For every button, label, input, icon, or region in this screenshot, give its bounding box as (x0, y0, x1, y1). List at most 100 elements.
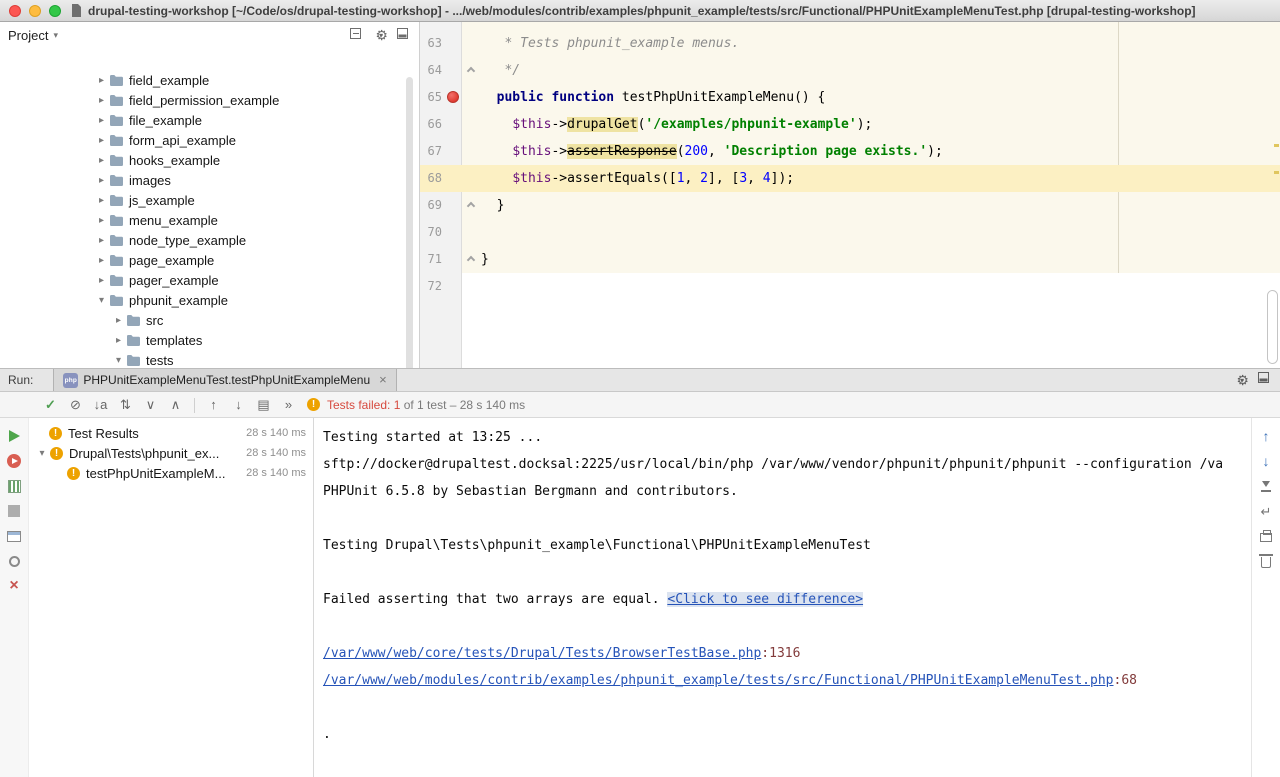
chevron-right-icon[interactable]: ▸ (95, 235, 108, 246)
console-link[interactable]: /var/www/web/modules/contrib/examples/ph… (323, 673, 1114, 688)
run-settings-gear-icon[interactable]: ⚙ ▾ (1236, 372, 1244, 389)
console-link[interactable]: /var/www/web/core/tests/Drupal/Tests/Bro… (323, 646, 761, 661)
tree-item-js_example[interactable]: ▸js_example (0, 190, 419, 210)
editor-line-66[interactable]: 66 $this->drupalGet('/examples/phpunit-e… (420, 111, 1280, 138)
error-stripe-mark[interactable] (1274, 171, 1279, 174)
chevron-right-icon[interactable]: ▸ (95, 115, 108, 126)
test-runner-toolbar: ✓⊘↓a⇅∨∧↑↓▤» ! Tests failed: 1 of 1 test … (0, 392, 1280, 418)
minimize-window-button[interactable] (29, 5, 41, 17)
test-tree-row-0[interactable]: !Test Results28 s 140 ms (29, 423, 313, 443)
test-tree-row-2[interactable]: !testPhpUnitExampleM...28 s 140 ms (29, 463, 313, 483)
editor-line-69[interactable]: 69 } (420, 192, 1280, 219)
project-panel-title[interactable]: Project (8, 28, 48, 43)
chevron-right-icon[interactable]: ▸ (95, 255, 108, 266)
editor-line-72[interactable]: 72 (420, 273, 1280, 300)
console-link[interactable]: <Click to see difference> (667, 592, 863, 607)
run-configuration-tab[interactable]: php PHPUnitExampleMenuTest.testPhpUnitEx… (53, 369, 396, 391)
chevron-right-icon[interactable]: ▸ (95, 95, 108, 106)
chevron-down-icon: ▾ (1240, 376, 1244, 385)
test-console-output[interactable]: Testing started at 13:25 ...sftp://docke… (314, 418, 1251, 777)
up-stack-trace-button[interactable]: ↑ (1258, 428, 1274, 444)
chevron-right-icon[interactable]: ▸ (95, 195, 108, 206)
import-test-results-button-icon[interactable]: ▤ (251, 393, 276, 417)
tree-item-field_example[interactable]: ▸field_example (0, 70, 419, 90)
chevron-right-icon[interactable]: ▸ (95, 275, 108, 286)
clear-all-button[interactable] (1258, 553, 1274, 569)
tree-item-form_api_example[interactable]: ▸form_api_example (0, 130, 419, 150)
tree-item-field_permission_example[interactable]: ▸field_permission_example (0, 90, 419, 110)
error-stripe-mark[interactable] (1274, 144, 1279, 147)
hide-panel-icon[interactable] (396, 27, 409, 43)
run-tab-strip: Run: php PHPUnitExampleMenuTest.testPhpU… (0, 368, 1280, 392)
tree-item-file_example[interactable]: ▸file_example (0, 110, 419, 130)
sort-by-duration-button-icon[interactable]: ⇅ (113, 393, 138, 417)
restore-layout-button[interactable] (6, 528, 22, 544)
editor-line-63[interactable]: 63 * Tests phpunit_example menus. (420, 30, 1280, 57)
hide-run-panel-icon[interactable] (1257, 371, 1270, 389)
tree-item-phpunit_example[interactable]: ▾phpunit_example (0, 290, 419, 310)
console-line (323, 694, 1251, 721)
fold-marker-icon[interactable] (467, 202, 475, 210)
sort-alphabetically-button-icon[interactable]: ↓a (88, 393, 113, 417)
tree-item-node_type_example[interactable]: ▸node_type_example (0, 230, 419, 250)
expand-all-button-icon[interactable]: ∨ (138, 393, 163, 417)
editor[interactable]: 63 * Tests phpunit_example menus.64 */65… (420, 22, 1280, 368)
overflow-button-icon[interactable]: » (276, 393, 301, 417)
chevron-right-icon[interactable]: ▸ (95, 215, 108, 226)
tree-item-page_example[interactable]: ▸page_example (0, 250, 419, 270)
document-proxy-icon[interactable] (71, 4, 82, 17)
editor-line-71[interactable]: 71} (420, 246, 1280, 273)
collapse-all-button-icon[interactable]: ∧ (163, 393, 188, 417)
tree-item-src[interactable]: ▸src (0, 310, 419, 330)
test-tree-row-1[interactable]: ▾!Drupal\Tests\phpunit_ex...28 s 140 ms (29, 443, 313, 463)
close-button[interactable]: × (6, 578, 22, 594)
chevron-right-icon[interactable]: ▸ (95, 175, 108, 186)
show-passed-button-icon[interactable]: ✓ (38, 393, 63, 417)
tree-item-templates[interactable]: ▸templates (0, 330, 419, 350)
zoom-window-button[interactable] (49, 5, 61, 17)
close-window-button[interactable] (9, 5, 21, 17)
tree-item-menu_example[interactable]: ▸menu_example (0, 210, 419, 230)
chevron-down-icon[interactable]: ▾ (112, 355, 125, 366)
editor-line-67[interactable]: 67 $this->assertResponse(200, 'Descripti… (420, 138, 1280, 165)
chevron-down-icon[interactable]: ▾ (53, 30, 58, 41)
down-stack-trace-button[interactable]: ↓ (1258, 453, 1274, 469)
close-tab-icon[interactable]: × (379, 374, 387, 386)
project-scrollbar[interactable] (406, 77, 413, 368)
chevron-down-icon[interactable]: ▾ (95, 295, 108, 306)
editor-line-65[interactable]: 65 public function testPhpUnitExampleMen… (420, 84, 1280, 111)
fold-marker-icon[interactable] (467, 256, 475, 264)
fold-marker-icon[interactable] (467, 67, 475, 75)
scroll-to-end-button[interactable] (1258, 478, 1274, 494)
toggle-auto-test-button[interactable] (6, 478, 22, 494)
stop-button[interactable] (6, 503, 22, 519)
next-failed-test-button-icon[interactable]: ↓ (226, 393, 251, 417)
chevron-right-icon[interactable]: ▸ (95, 135, 108, 146)
tree-item-pager_example[interactable]: ▸pager_example (0, 270, 419, 290)
layout-icon (7, 531, 21, 542)
show-ignored-button-icon[interactable]: ⊘ (63, 393, 88, 417)
previous-failed-test-button-icon[interactable]: ↑ (201, 393, 226, 417)
editor-line-70[interactable]: 70 (420, 219, 1280, 246)
tree-item-hooks_example[interactable]: ▸hooks_example (0, 150, 419, 170)
editor-line-68[interactable]: 68 $this->assertEquals([1, 2], [3, 4]); (420, 165, 1280, 192)
chevron-down-icon[interactable]: ▾ (36, 448, 48, 459)
chevron-right-icon[interactable]: ▸ (112, 315, 125, 326)
collapse-all-icon[interactable] (349, 27, 362, 43)
pin-tab-button[interactable] (6, 553, 22, 569)
chevron-right-icon[interactable]: ▸ (112, 335, 125, 346)
editor-scrollbar-thumb[interactable] (1267, 290, 1278, 364)
tree-item-tests[interactable]: ▾tests (0, 350, 419, 368)
code-text: } (481, 192, 1280, 219)
print-button[interactable] (1258, 528, 1274, 544)
rerun-button[interactable] (6, 428, 22, 444)
code-text: $this->assertResponse(200, 'Description … (481, 138, 1280, 165)
soft-wrap-button[interactable]: ↵ (1258, 503, 1274, 519)
run-test-gutter-icon[interactable] (447, 91, 459, 103)
rerun-failed-tests-button[interactable] (6, 453, 22, 469)
chevron-right-icon[interactable]: ▸ (95, 155, 108, 166)
project-settings-gear-icon[interactable]: ⚙ ▾ (375, 28, 383, 42)
tree-item-images[interactable]: ▸images (0, 170, 419, 190)
chevron-right-icon[interactable]: ▸ (95, 75, 108, 86)
editor-line-64[interactable]: 64 */ (420, 57, 1280, 84)
